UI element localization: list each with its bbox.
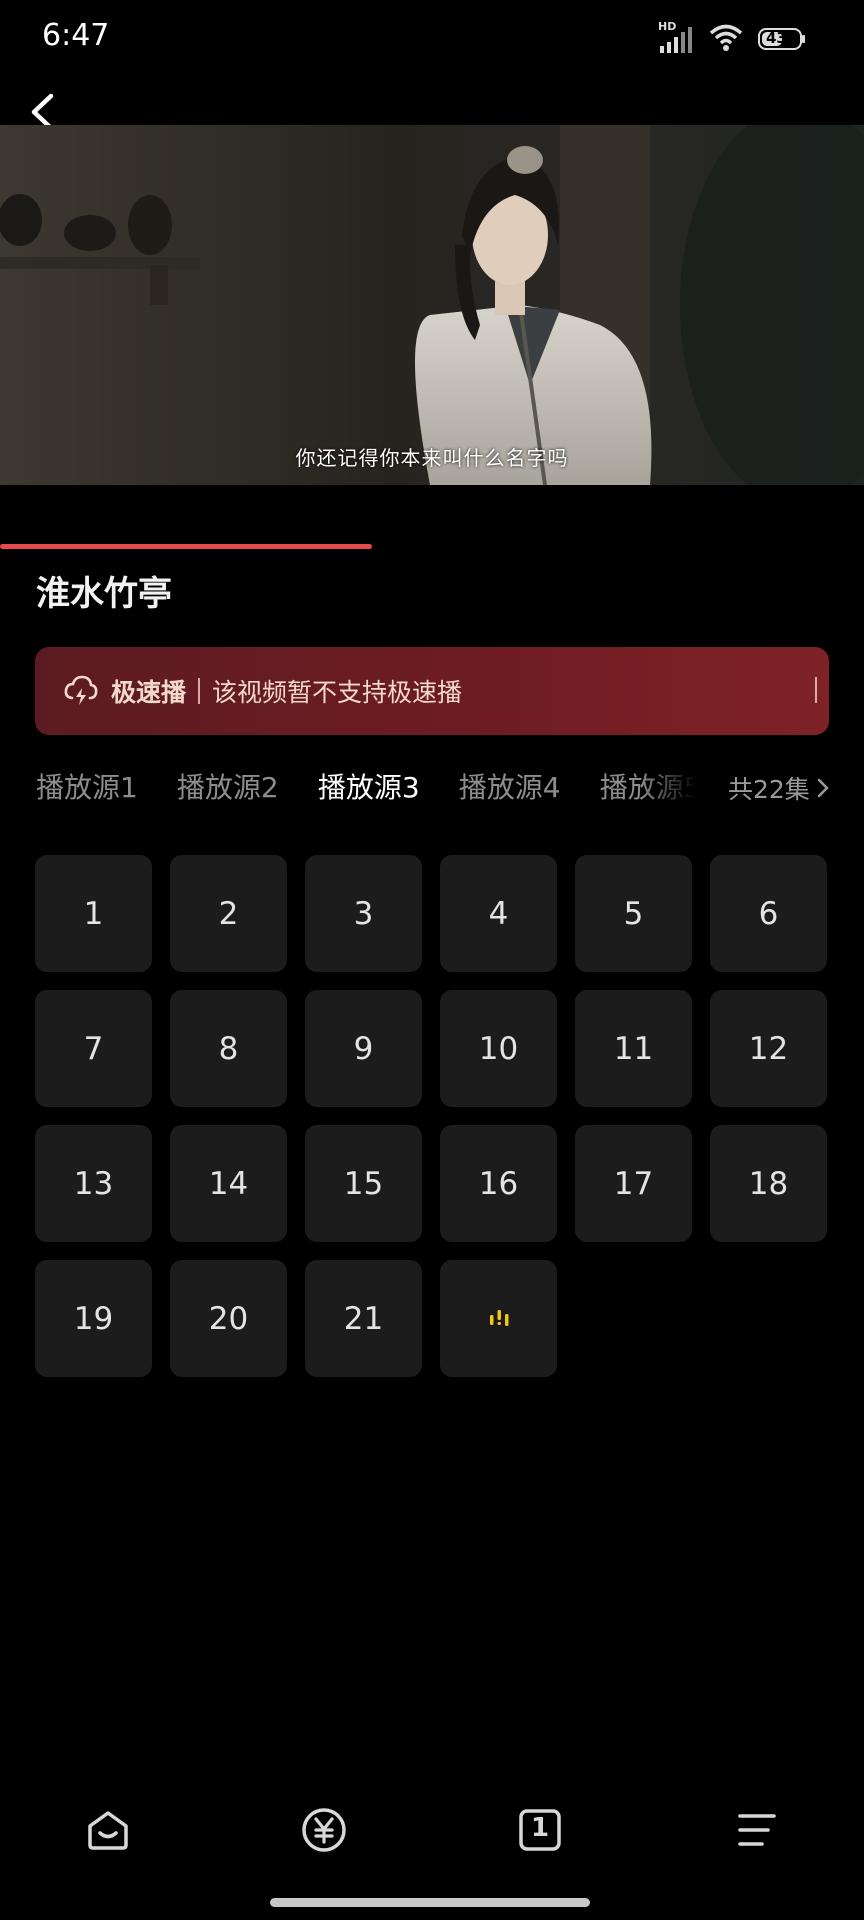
episode-button-21[interactable]: 21 bbox=[305, 1260, 422, 1377]
source-tab-1[interactable]: 播放源1 bbox=[36, 764, 138, 812]
yuan-icon bbox=[302, 1808, 346, 1852]
speed-banner-divider bbox=[198, 678, 201, 704]
nav-home-button[interactable] bbox=[78, 1790, 138, 1870]
playback-progress-bar[interactable] bbox=[0, 544, 864, 549]
episode-number: 19 bbox=[73, 1300, 114, 1337]
episode-button-1[interactable]: 1 bbox=[35, 855, 152, 972]
episode-button-7[interactable]: 7 bbox=[35, 990, 152, 1107]
episode-number: 10 bbox=[478, 1030, 519, 1067]
episode-number: 20 bbox=[208, 1300, 249, 1337]
episode-number: 16 bbox=[478, 1165, 519, 1202]
status-time: 6:47 bbox=[42, 18, 110, 53]
episode-button-6[interactable]: 6 bbox=[710, 855, 827, 972]
episode-number: 4 bbox=[488, 895, 509, 932]
episode-number: 11 bbox=[613, 1030, 654, 1067]
speed-play-message: 该视频暂不支持极速播 bbox=[212, 678, 463, 707]
episode-number: 2 bbox=[218, 895, 239, 932]
episode-button-19[interactable]: 19 bbox=[35, 1260, 152, 1377]
home-icon bbox=[88, 1811, 128, 1850]
battery-icon: 43 bbox=[758, 27, 806, 51]
episode-button-8[interactable]: 8 bbox=[170, 990, 287, 1107]
tab-count: 1 bbox=[530, 1813, 550, 1843]
episode-button-12[interactable]: 12 bbox=[710, 990, 827, 1107]
episode-number: 8 bbox=[218, 1030, 239, 1067]
episode-button-9[interactable]: 9 bbox=[305, 990, 422, 1107]
bottom-nav: 1 bbox=[0, 1790, 864, 1870]
episode-button-14[interactable]: 14 bbox=[170, 1125, 287, 1242]
episode-number: 5 bbox=[623, 895, 644, 932]
episode-button-4[interactable]: 4 bbox=[440, 855, 557, 972]
episode-button-5[interactable]: 5 bbox=[575, 855, 692, 972]
episode-button-20[interactable]: 20 bbox=[170, 1260, 287, 1377]
episode-button-11[interactable]: 11 bbox=[575, 990, 692, 1107]
signal-icon: HD bbox=[658, 20, 694, 54]
episode-button-16[interactable]: 16 bbox=[440, 1125, 557, 1242]
source-tabs: 播放源1 播放源2 播放源3 播放源4 播放源5 bbox=[36, 764, 696, 820]
episode-button-15[interactable]: 15 bbox=[305, 1125, 422, 1242]
episode-number: 6 bbox=[758, 895, 779, 932]
episode-count-label: 共22集 bbox=[728, 775, 810, 804]
episode-number: 14 bbox=[208, 1165, 249, 1202]
episode-button-2[interactable]: 2 bbox=[170, 855, 287, 972]
episode-button-10[interactable]: 10 bbox=[440, 990, 557, 1107]
tab-count-icon: 1 bbox=[519, 1809, 561, 1851]
episode-number: 18 bbox=[748, 1165, 789, 1202]
speed-play-label: 极速播 bbox=[111, 678, 187, 707]
source-tabs-fade bbox=[640, 764, 720, 820]
status-bar: 6:47 HD 43 bbox=[0, 0, 864, 78]
episode-number: 13 bbox=[73, 1165, 114, 1202]
speed-banner-end-mark bbox=[815, 677, 817, 703]
source-tab-3[interactable]: 播放源3 bbox=[318, 764, 420, 812]
playback-progress-fill bbox=[0, 544, 372, 549]
speed-play-banner[interactable]: 极速播 该视频暂不支持极速播 bbox=[35, 647, 829, 735]
episode-button-18[interactable]: 18 bbox=[710, 1125, 827, 1242]
video-frame-image bbox=[0, 125, 864, 485]
hd-label: HD bbox=[658, 20, 677, 33]
now-playing-icon bbox=[489, 1309, 508, 1326]
episode-button-3[interactable]: 3 bbox=[305, 855, 422, 972]
episode-button-17[interactable]: 17 bbox=[575, 1125, 692, 1242]
episode-number: 7 bbox=[83, 1030, 104, 1067]
chevron-right-icon bbox=[817, 778, 829, 798]
menu-icon bbox=[738, 1814, 776, 1846]
source-tab-4[interactable]: 播放源4 bbox=[459, 764, 561, 812]
episode-number: 9 bbox=[353, 1030, 374, 1067]
nav-tabs-button[interactable]: 1 bbox=[510, 1790, 570, 1870]
episode-number: 17 bbox=[613, 1165, 654, 1202]
status-icons: HD 43 bbox=[658, 20, 806, 56]
cloud-lightning-icon bbox=[64, 675, 98, 705]
source-tab-2[interactable]: 播放源2 bbox=[177, 764, 279, 812]
drama-title: 淮水竹亭 bbox=[36, 574, 172, 614]
battery-level: 43 bbox=[766, 29, 787, 47]
episode-number: 12 bbox=[748, 1030, 789, 1067]
episode-button-22-playing[interactable] bbox=[440, 1260, 557, 1377]
episode-number: 21 bbox=[343, 1300, 384, 1337]
episode-count-link[interactable]: 共22集 bbox=[728, 770, 830, 806]
nav-yuan-button[interactable] bbox=[294, 1790, 354, 1870]
episode-number: 3 bbox=[353, 895, 374, 932]
episode-number: 1 bbox=[83, 895, 104, 932]
episode-grid: 1 2 3 4 5 6 7 8 9 10 11 12 13 14 15 16 17 18 19 20 21 bbox=[35, 855, 829, 1377]
episode-number: 15 bbox=[343, 1165, 384, 1202]
home-indicator[interactable] bbox=[270, 1898, 590, 1907]
video-player[interactable]: 你还记得你本来叫什么名字吗 bbox=[0, 125, 864, 485]
video-subtitle: 你还记得你本来叫什么名字吗 bbox=[295, 446, 569, 470]
wifi-icon bbox=[708, 22, 744, 56]
nav-menu-button[interactable] bbox=[726, 1790, 786, 1870]
episode-button-13[interactable]: 13 bbox=[35, 1125, 152, 1242]
